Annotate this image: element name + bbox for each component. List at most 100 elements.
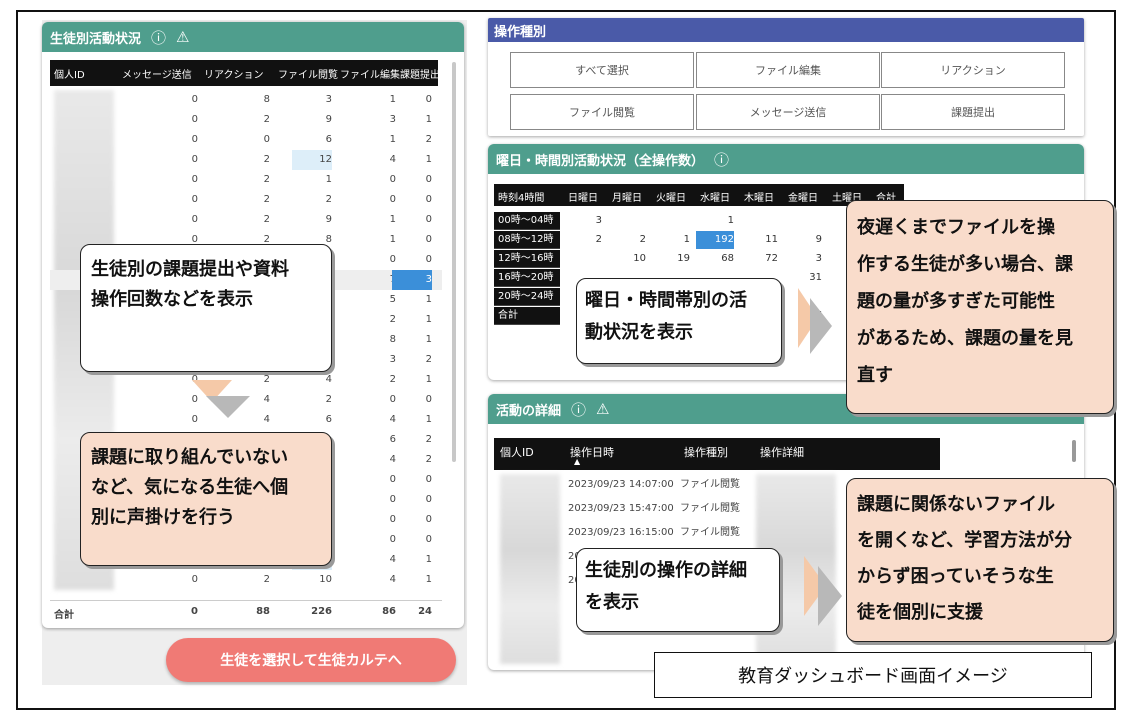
callout-late-night: 夜遅くまでファイルを操 作する生徒が多い場合、課 題の量が多すぎた可能性 がある… — [846, 200, 1114, 414]
heatmap-cell[interactable]: 10 — [608, 250, 646, 268]
table-row[interactable]: 0 2 9 1 0 — [50, 210, 442, 230]
detail-col-type[interactable]: 操作種別 — [684, 444, 728, 460]
day-sun[interactable]: 日曜日 — [568, 189, 598, 204]
heatmap-cell[interactable] — [784, 212, 822, 230]
day-fri[interactable]: 金曜日 — [788, 189, 818, 204]
table-row[interactable]: 0 2 2 0 0 — [50, 190, 442, 210]
heatmap-cell[interactable]: 68 — [696, 250, 734, 268]
heatmap-cell[interactable] — [564, 250, 602, 268]
cell-file-edit: 3 — [389, 114, 396, 125]
op-file-edit-button[interactable]: ファイル編集 — [696, 52, 880, 88]
warning-icon[interactable]: ⚠ — [596, 400, 609, 418]
heatmap-row-label[interactable]: 合計 — [494, 307, 560, 325]
table-row[interactable]: 0 2 10 4 1 — [50, 570, 442, 590]
heatmap-cell[interactable]: 11 — [740, 231, 778, 249]
cell-reaction: 2 — [263, 574, 270, 585]
day-thu[interactable]: 木曜日 — [744, 189, 774, 204]
col-message[interactable]: メッセージ送信 — [122, 66, 192, 81]
cell-file-edit: 0 — [389, 514, 396, 525]
callout-line: 作する生徒が多い場合、課 — [857, 254, 1073, 275]
heatmap-cell[interactable]: 2 — [564, 231, 602, 249]
info-icon[interactable]: ⓘ — [571, 399, 586, 420]
table-row[interactable]: 00612 — [50, 130, 442, 150]
operation-type-header: 操作種別 — [488, 18, 1084, 42]
figure-caption: 教育ダッシュボード画面イメージ — [654, 652, 1092, 698]
detail-col-id[interactable]: 個人ID — [500, 444, 534, 460]
day-mon[interactable]: 月曜日 — [612, 189, 642, 204]
col-assignment[interactable]: 課題提出 — [400, 66, 440, 81]
weekday-activity-title: 曜日・時間別活動状況（全操作数） — [496, 153, 705, 169]
cell-assignment: 0 — [425, 534, 432, 545]
callout-follow-up: 課題に取り組んでいない など、気になる生徒へ個 別に声掛けを行う — [80, 432, 332, 566]
col-file-edit[interactable]: ファイル編集 — [340, 66, 400, 81]
op-reaction-button[interactable]: リアクション — [881, 52, 1065, 88]
heatmap-cell[interactable]: 31 — [784, 269, 822, 287]
cell-file-edit: 0 — [389, 474, 396, 485]
table-row[interactable]: 0 2 1 0 0 — [50, 170, 442, 190]
cell-file-view: 12 — [292, 150, 332, 170]
heatmap-cell[interactable] — [608, 212, 646, 230]
heatmap-cell[interactable]: 192 — [696, 231, 734, 249]
cell-assignment: 0 — [425, 94, 432, 105]
heatmap-cell[interactable]: 19 — [652, 250, 690, 268]
table-row[interactable]: 0 2 12 4 1 — [50, 150, 442, 170]
detail-date: 2023/09/23 14:07:00 — [568, 479, 674, 490]
cell-file-edit: 5 — [389, 294, 396, 305]
cell-reaction: 2 — [263, 174, 270, 185]
total-reaction: 88 — [256, 606, 270, 617]
cell-reaction: 8 — [263, 94, 270, 105]
col-id[interactable]: 個人ID — [54, 66, 85, 81]
heatmap-row-label[interactable]: 12時～16時 — [494, 250, 560, 268]
student-activity-header: 生徒別活動状況 ⓘ ⚠ — [42, 22, 464, 52]
cell-file-edit: 0 — [389, 254, 396, 265]
cell-assignment: 3 — [392, 270, 432, 290]
heatmap-row-label[interactable]: 16時～20時 — [494, 269, 560, 287]
col-reaction[interactable]: リアクション — [204, 66, 264, 81]
cell-file-edit: 3 — [389, 354, 396, 365]
heatmap-row-label[interactable]: 20時～24時 — [494, 288, 560, 306]
table-row[interactable]: 0 2 9 3 1 — [50, 110, 442, 130]
detail-scrollbar[interactable] — [1072, 440, 1076, 462]
detail-col-detail[interactable]: 操作詳細 — [760, 444, 804, 460]
student-scrollbar[interactable] — [452, 62, 456, 462]
callout-weekday: 曜日・時間帯別の活 動状況を表示 — [576, 278, 782, 364]
heatmap-cell[interactable]: 3 — [784, 250, 822, 268]
heatmap-cell[interactable]: 72 — [740, 250, 778, 268]
callout-line: 動状況を表示 — [585, 322, 693, 343]
heatmap-cell[interactable]: 9 — [784, 231, 822, 249]
arrow-right-icon — [798, 288, 832, 354]
heatmap-cell[interactable] — [740, 212, 778, 230]
day-tue[interactable]: 火曜日 — [656, 189, 686, 204]
select-student-button[interactable]: 生徒を選択して生徒カルテへ — [166, 638, 456, 682]
heatmap-row-label[interactable]: 00時～04時 — [494, 212, 560, 230]
op-select-all-button[interactable]: すべて選択 — [510, 52, 694, 88]
callout-line: 課題に関係ないファイル — [857, 494, 1055, 515]
warning-icon[interactable]: ⚠ — [176, 28, 189, 46]
sort-up-icon[interactable]: ▲ — [574, 457, 580, 466]
cell-msg: 0 — [191, 154, 198, 165]
heatmap-row-label[interactable]: 08時～12時 — [494, 231, 560, 249]
info-icon[interactable]: ⓘ — [714, 149, 729, 170]
table-row[interactable]: 0 8 3 1 0 — [50, 90, 442, 110]
cell-reaction: 2 — [263, 214, 270, 225]
heatmap-cell[interactable]: 3 — [564, 212, 602, 230]
heatmap-cell[interactable]: 1 — [652, 231, 690, 249]
heatmap-cell[interactable] — [652, 212, 690, 230]
heatmap-cell[interactable]: 2 — [608, 231, 646, 249]
cell-msg: 0 — [191, 114, 198, 125]
cell-file-edit: 8 — [389, 334, 396, 345]
cell-file-view: 9 — [325, 214, 332, 225]
cell-file-edit: 1 — [389, 94, 396, 105]
arrow-right-icon — [804, 556, 842, 626]
info-icon[interactable]: ⓘ — [151, 27, 166, 48]
day-wed[interactable]: 水曜日 — [700, 189, 730, 204]
col-file-view[interactable]: ファイル閲覧 — [278, 66, 338, 81]
op-message-button[interactable]: メッセージ送信 — [696, 94, 880, 130]
cell-file-edit: 0 — [389, 394, 396, 405]
cell-assignment: 0 — [425, 254, 432, 265]
cell-file-view: 1 — [325, 174, 332, 185]
callout-line: 生徒別の操作の詳細 — [585, 560, 747, 581]
heatmap-cell[interactable]: 1 — [696, 212, 734, 230]
op-file-view-button[interactable]: ファイル閲覧 — [510, 94, 694, 130]
op-assignment-button[interactable]: 課題提出 — [881, 94, 1065, 130]
